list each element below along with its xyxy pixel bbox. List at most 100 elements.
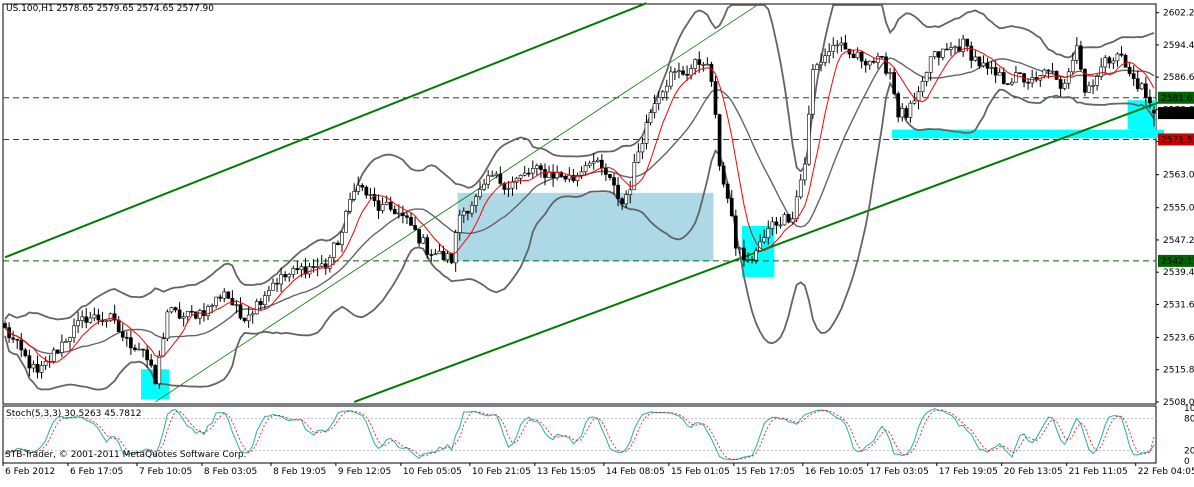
candle-body bbox=[1001, 72, 1006, 84]
candle-95 bbox=[388, 196, 393, 212]
candle-50 bbox=[206, 304, 210, 321]
candle-217 bbox=[884, 52, 888, 76]
time-tick-label: 15 Feb 17:05 bbox=[736, 467, 795, 477]
candle-80 bbox=[327, 254, 332, 273]
candle-body bbox=[815, 64, 819, 70]
candle-body bbox=[457, 214, 462, 233]
time-tick-label: 6 Feb 2012 bbox=[5, 467, 55, 477]
candle-192 bbox=[782, 212, 787, 226]
candle-body bbox=[563, 176, 568, 180]
candle-89 bbox=[364, 185, 369, 199]
candle-body bbox=[599, 159, 604, 169]
candle-177 bbox=[721, 161, 726, 188]
price-tick-label: 2539.40 bbox=[1163, 268, 1194, 278]
candle-body bbox=[129, 337, 133, 349]
candle-180 bbox=[733, 209, 738, 256]
candle-44 bbox=[181, 312, 186, 327]
candle-body bbox=[1127, 66, 1132, 74]
candle-body bbox=[1131, 73, 1136, 79]
time-tick-label: 8 Feb 19:05 bbox=[273, 467, 326, 477]
candle-body bbox=[802, 163, 807, 181]
candle-body bbox=[141, 348, 145, 351]
candle-body bbox=[595, 159, 600, 162]
candle-body bbox=[177, 309, 182, 319]
trading-chart[interactable]: 10080200 2602.202594.402586.602578.80257… bbox=[0, 0, 1194, 483]
candle-241 bbox=[981, 55, 986, 68]
time-tick-label: 14 Feb 08:05 bbox=[606, 467, 665, 477]
candle-179 bbox=[729, 189, 734, 217]
candle-body bbox=[941, 48, 945, 58]
candle-body bbox=[360, 184, 365, 188]
candle-141 bbox=[575, 172, 580, 187]
candle-120 bbox=[490, 170, 495, 177]
candle-body bbox=[616, 184, 620, 200]
candle-body bbox=[522, 172, 527, 176]
candle-271 bbox=[1103, 55, 1108, 74]
candle-body bbox=[949, 47, 953, 50]
candle-196 bbox=[798, 173, 803, 200]
candle-body bbox=[425, 237, 430, 255]
chart-canvas[interactable]: 10080200 2602.202594.402586.602578.80257… bbox=[0, 0, 1194, 483]
candle-body bbox=[429, 254, 434, 256]
candle-body bbox=[693, 59, 698, 69]
candle-39 bbox=[161, 332, 166, 357]
candle-273 bbox=[1111, 57, 1116, 70]
candle-221 bbox=[900, 103, 905, 122]
candle-body bbox=[794, 196, 799, 220]
candle-body bbox=[445, 253, 450, 261]
candle-body bbox=[612, 177, 616, 186]
candle-body bbox=[352, 191, 357, 200]
candle-14 bbox=[60, 334, 64, 358]
candle-147 bbox=[599, 154, 604, 176]
candle-62 bbox=[254, 298, 259, 315]
candle-119 bbox=[486, 170, 490, 189]
candle-body bbox=[932, 51, 937, 58]
candle-body bbox=[863, 60, 868, 66]
price-label-resistance: 2571.52 bbox=[1158, 133, 1194, 146]
candle-227 bbox=[924, 71, 929, 87]
candle-body bbox=[518, 175, 523, 179]
candle-body bbox=[145, 349, 149, 361]
price-tick-label: 2508.00 bbox=[1163, 398, 1194, 408]
candle-body bbox=[210, 305, 214, 307]
candle-body bbox=[340, 231, 344, 246]
candle-body bbox=[551, 172, 555, 179]
candle-231 bbox=[941, 48, 945, 61]
time-tick-label: 16 Feb 10:05 bbox=[805, 467, 864, 477]
candle-266 bbox=[1083, 67, 1087, 97]
candle-229 bbox=[932, 50, 937, 60]
candle-54 bbox=[222, 288, 227, 303]
candle-body bbox=[405, 215, 409, 218]
price-tick-label: 2531.60 bbox=[1163, 300, 1194, 310]
candle-body bbox=[1050, 70, 1055, 73]
candle-207 bbox=[843, 34, 848, 50]
candle-71 bbox=[291, 265, 296, 279]
candle-2 bbox=[11, 330, 15, 344]
candle-48 bbox=[198, 308, 202, 325]
candle-body bbox=[441, 250, 446, 261]
candle-body bbox=[157, 355, 162, 385]
candle-253 bbox=[1030, 69, 1035, 88]
candle-84 bbox=[344, 209, 348, 233]
candle-99 bbox=[405, 211, 409, 225]
candle-body bbox=[1152, 109, 1156, 114]
candle-body bbox=[530, 168, 535, 174]
stochastic-header: Stoch(5,3,3) 30.5263 45.7812 bbox=[6, 409, 142, 419]
candle-111 bbox=[453, 229, 458, 272]
candle-165 bbox=[673, 67, 677, 81]
candle-18 bbox=[76, 311, 80, 334]
candle-35 bbox=[145, 346, 149, 368]
candle-body bbox=[884, 56, 888, 74]
candle-146 bbox=[595, 157, 600, 163]
candle-body bbox=[27, 355, 32, 369]
candle-body bbox=[275, 282, 279, 285]
candle-body bbox=[555, 172, 560, 179]
candle-body bbox=[226, 291, 231, 299]
candle-body bbox=[368, 194, 373, 196]
candle-body bbox=[717, 114, 722, 167]
candle-body bbox=[173, 307, 178, 311]
candle-body bbox=[88, 317, 93, 323]
candle-53 bbox=[218, 294, 223, 302]
candle-150 bbox=[612, 173, 616, 195]
candle-body bbox=[124, 336, 129, 339]
